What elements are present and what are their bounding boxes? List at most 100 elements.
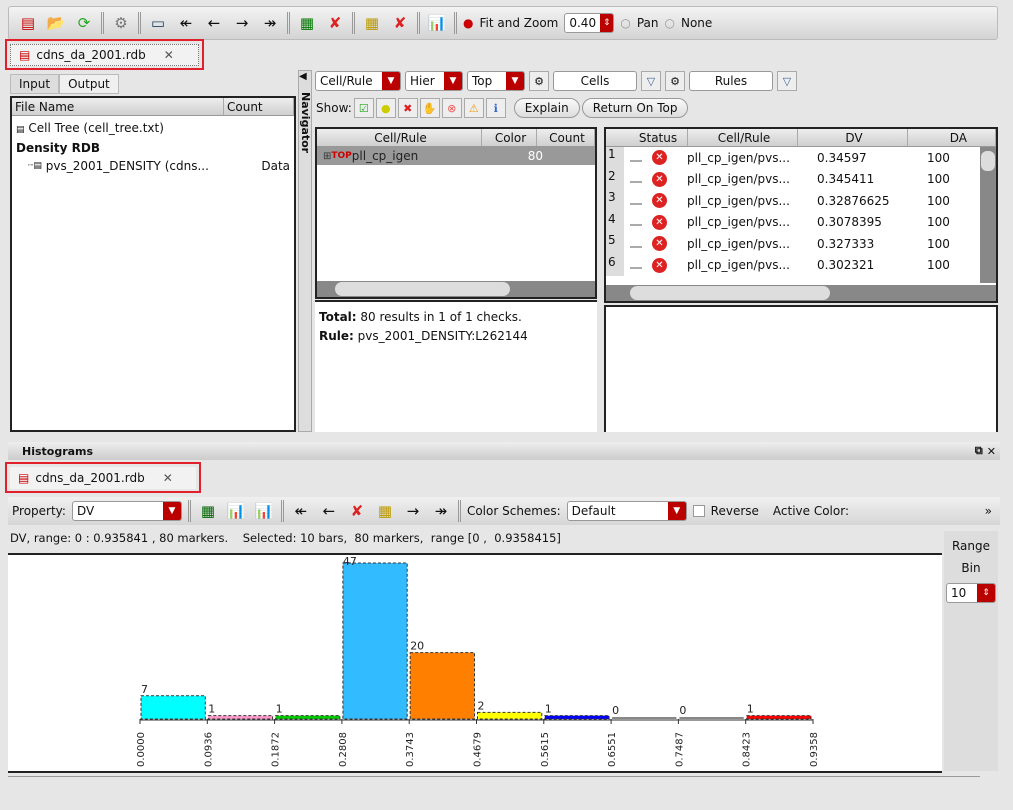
table-row[interactable]: ⊞ TOP pll_cp_igen 80 (317, 147, 595, 165)
more-icon[interactable]: » (985, 504, 992, 518)
rules-gear-icon[interactable]: ⚙ (665, 71, 685, 91)
row-checkbox[interactable] (630, 175, 642, 184)
list-item[interactable]: ┈▤ pvs_2001_DENSITY (cdns... Data (16, 157, 290, 175)
range-tab[interactable]: Range (952, 539, 990, 553)
select-all-icon[interactable]: ▦ (296, 12, 318, 34)
histogram-bar[interactable] (746, 715, 812, 720)
histogram-bar[interactable] (409, 652, 476, 720)
row-checkbox[interactable] (630, 197, 642, 205)
explain-button[interactable]: Explain (513, 98, 580, 118)
histogram-bar[interactable] (612, 717, 677, 719)
col-count[interactable]: Count (224, 98, 294, 115)
vertical-scrollbar[interactable] (980, 147, 996, 283)
bin-spinner[interactable]: 10 ⇕ (946, 583, 996, 603)
row-checkbox[interactable] (630, 240, 642, 248)
first-icon[interactable]: ↞ (290, 500, 312, 522)
pan-radio[interactable]: ○ (620, 16, 630, 30)
close-tab-icon[interactable]: ✕ (164, 48, 174, 62)
spinner-icon[interactable]: ⇕ (977, 584, 995, 602)
histogram-bar[interactable] (207, 715, 274, 720)
show-waived-icon[interactable]: ⊗ (441, 98, 462, 118)
grid-icon[interactable]: ▦ (361, 12, 383, 34)
scrollbar-thumb[interactable] (335, 282, 510, 296)
open-folder-icon[interactable]: 📂 (45, 12, 67, 34)
color-scheme-dropdown[interactable]: Default ▼ (566, 501, 687, 521)
bars-icon[interactable]: 📊 (253, 500, 275, 522)
col-status[interactable]: Status (626, 129, 688, 146)
col-color[interactable]: Color (482, 129, 537, 146)
cells-gear-icon[interactable]: ⚙ (529, 71, 549, 91)
grid-icon[interactable]: ▦ (374, 500, 396, 522)
row-checkbox[interactable] (630, 218, 642, 227)
cell-rule-dropdown[interactable]: Cell/Rule ▼ (315, 71, 401, 91)
row-checkbox[interactable] (630, 261, 642, 270)
rules-filter-input[interactable]: Rules (689, 71, 773, 91)
table-row[interactable]: 6 ✕ pll_cp_igen/pvs... 0.302321 100 (606, 254, 996, 276)
show-error-icon[interactable]: ✖ (397, 98, 418, 118)
spinner-icon[interactable]: ⇕ (600, 14, 614, 32)
navigator-bar[interactable]: ◀ Navigator (298, 70, 312, 432)
reverse-checkbox[interactable] (692, 505, 705, 517)
last-icon[interactable]: ↠ (259, 12, 281, 34)
histogram-bar[interactable] (544, 715, 610, 720)
bin-tab[interactable]: Bin (961, 561, 980, 575)
deselect-icon[interactable]: ✘ (324, 12, 346, 34)
float-icon[interactable]: ⧉ (975, 444, 983, 458)
col-count[interactable]: Count (537, 129, 595, 146)
open-drc-icon[interactable]: ▤ (17, 12, 39, 34)
tab-input[interactable]: Input (10, 74, 60, 94)
next-icon[interactable]: → (231, 12, 253, 34)
table-row[interactable]: 1 ✕ pll_cp_igen/pvs... 0.34597 100 (606, 147, 996, 169)
show-warning-icon[interactable]: ⚠ (463, 98, 484, 118)
prev-icon[interactable]: ← (203, 12, 225, 34)
close-icon[interactable]: ✕ (987, 445, 996, 458)
none-radio[interactable]: ○ (665, 16, 675, 30)
return-on-top-button[interactable]: Return On Top (581, 98, 689, 118)
table-row[interactable]: 5 ✕ pll_cp_igen/pvs... 0.327333 100 (606, 233, 996, 255)
show-info-icon[interactable]: ℹ (485, 98, 506, 118)
top-dropdown[interactable]: Top ▼ (467, 71, 525, 91)
last-icon[interactable]: ↠ (430, 500, 452, 522)
col-cell-rule[interactable]: Cell/Rule (688, 129, 798, 146)
col-cell-rule[interactable]: Cell/Rule (317, 129, 482, 146)
horizontal-scrollbar[interactable] (317, 281, 595, 297)
histogram-icon[interactable]: 📊 (426, 12, 448, 34)
refresh-icon[interactable]: ⟳ (73, 12, 95, 34)
gear-icon[interactable]: ⚙ (110, 12, 132, 34)
histogram-bar[interactable] (275, 715, 341, 720)
histogram-bar[interactable] (140, 695, 206, 720)
first-icon[interactable]: ↞ (175, 12, 197, 34)
table-row[interactable]: 2 ✕ pll_cp_igen/pvs... 0.345411 100 (606, 168, 996, 190)
scrollbar-thumb[interactable] (981, 151, 995, 171)
histogram-bar[interactable] (679, 717, 744, 719)
cells-filter-input[interactable]: Cells (553, 71, 637, 91)
close-tab-icon[interactable]: ✕ (163, 471, 173, 485)
col-file-name[interactable]: File Name (12, 98, 224, 115)
hier-dropdown[interactable]: Hier ▼ (405, 71, 463, 91)
filter-icon[interactable]: ▽ (641, 71, 661, 91)
histogram-bar[interactable] (477, 711, 543, 720)
table-row[interactable]: 3 ✕ pll_cp_igen/pvs... 0.32876625 100 (606, 190, 996, 212)
zoom-spinner[interactable]: 0.40 ⇕ (564, 13, 615, 33)
row-checkbox[interactable] (630, 154, 642, 162)
show-stop-icon[interactable]: ✋ (419, 98, 440, 118)
histogram-bar[interactable] (342, 562, 408, 720)
collapse-icon[interactable]: ◀ (299, 71, 311, 82)
grid-clear-icon[interactable]: ✘ (389, 12, 411, 34)
hist-file-tab[interactable]: ▤ cdns_da_2001.rdb ✕ (10, 467, 196, 489)
list-item[interactable]: ▤ Cell Tree (cell_tree.txt) (16, 119, 290, 139)
fit-view-icon[interactable]: ▭ (147, 12, 169, 34)
prev-icon[interactable]: ← (318, 500, 340, 522)
file-tab[interactable]: ▤ cdns_da_2001.rdb ✕ (10, 44, 199, 66)
next-icon[interactable]: → (402, 500, 424, 522)
property-dropdown[interactable]: DV ▼ (71, 501, 182, 521)
expand-icon[interactable]: ⊞ (323, 151, 331, 162)
show-pending-icon[interactable]: ● (375, 98, 396, 118)
col-dv[interactable]: DV (798, 129, 908, 146)
show-ok-icon[interactable]: ☑ (353, 98, 374, 118)
col-da[interactable]: DA (908, 129, 996, 146)
table-row[interactable]: 4 ✕ pll_cp_igen/pvs... 0.3078395 100 (606, 211, 996, 233)
clear-icon[interactable]: ✘ (346, 500, 368, 522)
color-bars-icon[interactable]: 📊 (225, 500, 247, 522)
horizontal-scrollbar[interactable] (606, 285, 996, 301)
